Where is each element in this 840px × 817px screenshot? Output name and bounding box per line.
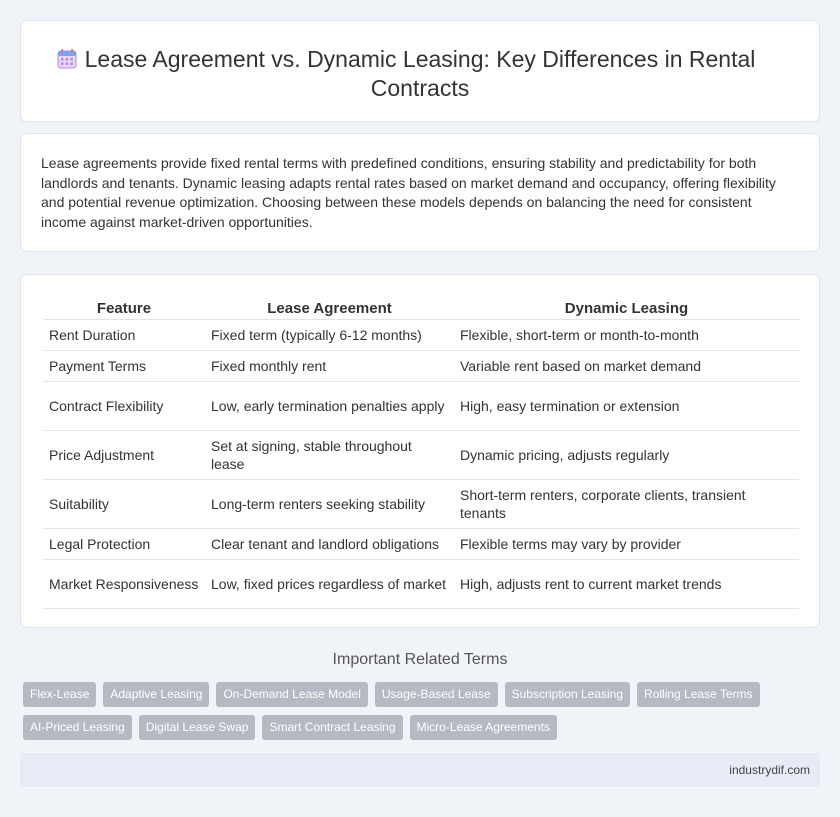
tag-row: AI-Priced Leasing Digital Lease Swap Sma…: [23, 715, 803, 740]
table-row: Market Responsiveness Low, fixed prices …: [43, 559, 799, 609]
page-title: Lease Agreement vs. Dynamic Leasing: Key…: [84, 46, 756, 101]
table-cell: Short-term renters, corporate clients, t…: [454, 479, 799, 529]
table-cell: Price Adjustment: [43, 430, 205, 480]
table-cell: Variable rent based on market demand: [454, 350, 799, 382]
related-terms-title: Important Related Terms: [332, 651, 508, 668]
tag-rolling-lease-terms[interactable]: Rolling Lease Terms: [637, 682, 760, 707]
table-cell: Contract Flexibility: [43, 381, 205, 431]
comparison-table: Feature Lease Agreement Dynamic Leasing …: [43, 297, 799, 609]
table-cell: Flexible terms may vary by provider: [454, 528, 799, 560]
comparison-table-card: Feature Lease Agreement Dynamic Leasing …: [20, 274, 820, 628]
intro-card: Lease agreements provide fixed rental te…: [20, 133, 820, 252]
tag-digital-lease-swap[interactable]: Digital Lease Swap: [138, 715, 256, 740]
table-header-row: Feature Lease Agreement Dynamic Leasing: [43, 297, 799, 320]
table-cell: Payment Terms: [43, 350, 205, 382]
table-cell: Flexible, short-term or month-to-month: [454, 319, 799, 351]
table-cell: Low, early termination penalties apply: [205, 381, 454, 431]
tag-micro-lease-agreements[interactable]: Micro-Lease Agreements: [409, 715, 557, 740]
table-cell: Suitability: [43, 479, 205, 529]
table-row: Contract Flexibility Low, early terminat…: [43, 381, 799, 431]
tag-ai-priced-leasing[interactable]: AI-Priced Leasing: [23, 715, 132, 740]
tag-adaptive-leasing[interactable]: Adaptive Leasing: [103, 682, 210, 707]
table-row: Payment Terms Fixed monthly rent Variabl…: [43, 350, 799, 382]
intro-paragraph: Lease agreements provide fixed rental te…: [41, 155, 776, 230]
table-cell: Low, fixed prices regardless of market: [205, 559, 454, 609]
header-card: Lease Agreement vs. Dynamic Leasing: Key…: [20, 20, 820, 122]
table-row: Suitability Long-term renters seeking st…: [43, 479, 799, 529]
table-cell: Legal Protection: [43, 528, 205, 560]
related-terms-tags: Flex-Lease Adaptive Leasing On-Demand Le…: [23, 682, 803, 748]
tag-on-demand-lease-model[interactable]: On-Demand Lease Model: [216, 682, 368, 707]
tag-row: Flex-Lease Adaptive Leasing On-Demand Le…: [23, 682, 803, 707]
table-cell: Market Responsiveness: [43, 559, 205, 609]
table-cell: High, adjusts rent to current market tre…: [454, 559, 799, 609]
table-cell: Set at signing, stable throughout lease: [205, 430, 454, 480]
table-cell: High, easy termination or extension: [454, 381, 799, 431]
table-cell: Clear tenant and landlord obligations: [205, 528, 454, 560]
table-cell: Fixed monthly rent: [205, 350, 454, 382]
table-row: Price Adjustment Set at signing, stable …: [43, 430, 799, 480]
column-header-feature: Feature: [43, 297, 205, 320]
column-header-dynamic-leasing: Dynamic Leasing: [454, 297, 799, 320]
tag-smart-contract-leasing[interactable]: Smart Contract Leasing: [262, 715, 403, 740]
tag-usage-based-lease[interactable]: Usage-Based Lease: [374, 682, 498, 707]
table-cell: Fixed term (typically 6-12 months): [205, 319, 454, 351]
footer: industrydif.com: [20, 753, 820, 787]
table-cell: Rent Duration: [43, 319, 205, 351]
tag-subscription-leasing[interactable]: Subscription Leasing: [504, 682, 631, 707]
tag-flex-lease[interactable]: Flex-Lease: [23, 682, 97, 707]
table-row: Legal Protection Clear tenant and landlo…: [43, 528, 799, 560]
table-row: Rent Duration Fixed term (typically 6-12…: [43, 319, 799, 351]
page: Lease Agreement vs. Dynamic Leasing: Key…: [0, 0, 840, 817]
table-cell: Long-term renters seeking stability: [205, 479, 454, 529]
column-header-lease-agreement: Lease Agreement: [205, 297, 454, 320]
footer-source: industrydif.com: [729, 763, 810, 777]
table-cell: Dynamic pricing, adjusts regularly: [454, 430, 799, 480]
